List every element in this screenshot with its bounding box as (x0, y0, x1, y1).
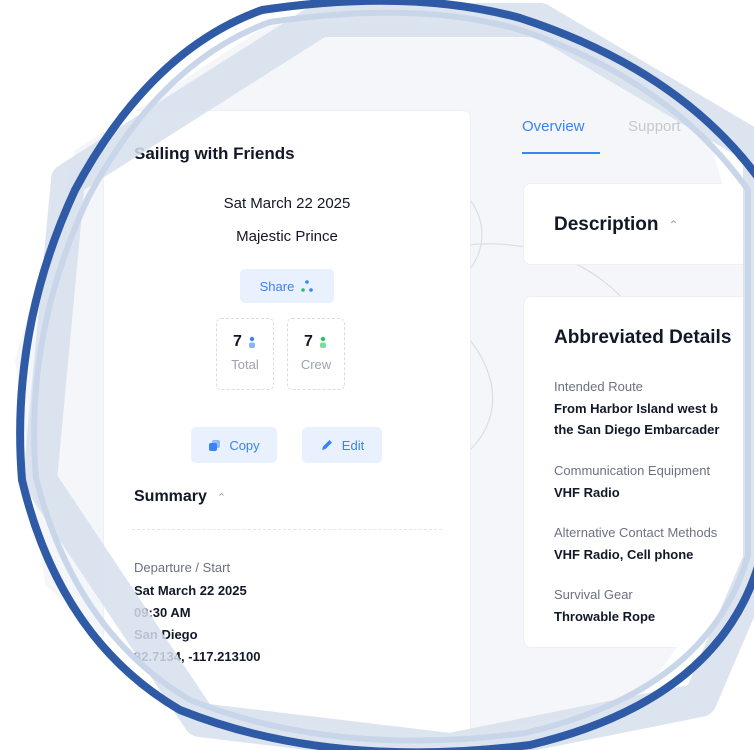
copy-label: Copy (229, 437, 260, 453)
summary-toggle[interactable]: Summary ⌃ (134, 488, 226, 506)
crew-icon (319, 336, 326, 348)
summary-heading: Summary (134, 488, 207, 505)
edit-icon (321, 440, 332, 450)
comm-equipment-value: VHF Radio (554, 485, 620, 500)
departure-date: Sat March 22 2025 (134, 583, 247, 598)
departure-time: 09:30 AM (134, 605, 191, 620)
tab-active-indicator (522, 152, 600, 154)
details-heading: Abbreviated Details (554, 327, 732, 348)
departure-label: Departure / Start (134, 560, 231, 575)
app-viewport: Sailing with Friends Sat March 22 2025 M… (15, 22, 754, 750)
departure-coordinates: 32.7134, -117.213100 (134, 649, 261, 664)
details-card: Abbreviated Details Intended Route From … (523, 296, 754, 648)
stat-crew: 7 Crew (287, 318, 345, 390)
route-label: Intended Route (554, 379, 643, 394)
stat-crew-label: Crew (300, 357, 332, 372)
stat-total-label: Total (231, 357, 259, 372)
stat-total-value: 7 (233, 333, 242, 350)
survival-gear-label: Survival Gear (554, 587, 633, 602)
copy-button[interactable]: Copy (191, 427, 277, 463)
vessel-name: Majestic Prince (236, 228, 338, 245)
hexagon-showcase: Sailing with Friends Sat March 22 2025 M… (0, 0, 754, 750)
departure-place: San Diego (134, 627, 198, 642)
description-card: Description ⌃ (523, 183, 754, 265)
stat-total: 7 Total (216, 318, 274, 390)
trip-date: Sat March 22 2025 (223, 195, 351, 212)
edit-label: Edit (341, 437, 365, 453)
alt-contact-label: Alternative Contact Methods (554, 525, 718, 540)
tab-bar: Overview Support (522, 118, 754, 158)
chevron-up-icon: ⌃ (668, 218, 679, 232)
trip-card: Sailing with Friends Sat March 22 2025 M… (103, 110, 471, 750)
chevron-up-icon: ⌃ (216, 491, 227, 504)
description-heading: Description (554, 214, 659, 235)
description-toggle[interactable]: Description ⌃ (554, 214, 679, 236)
tab-support[interactable]: Support (628, 118, 681, 135)
share-icon (301, 280, 314, 292)
survival-gear-value: Throwable Rope (554, 609, 656, 624)
share-button[interactable]: Share (240, 269, 334, 303)
person-icon (248, 336, 255, 348)
share-label: Share (259, 278, 295, 294)
route-value-line1: From Harbor Island west b (554, 401, 718, 416)
copy-icon (209, 439, 221, 451)
trip-title: Sailing with Friends (134, 144, 295, 163)
stat-crew-value: 7 (304, 333, 313, 350)
edit-button[interactable]: Edit (302, 427, 382, 463)
alt-contact-value: VHF Radio, Cell phone (554, 547, 694, 562)
route-value-line2: the San Diego Embarcader (554, 422, 720, 437)
tab-overview[interactable]: Overview (522, 118, 585, 135)
summary-divider (132, 529, 442, 530)
comm-equipment-label: Communication Equipment (554, 463, 711, 478)
